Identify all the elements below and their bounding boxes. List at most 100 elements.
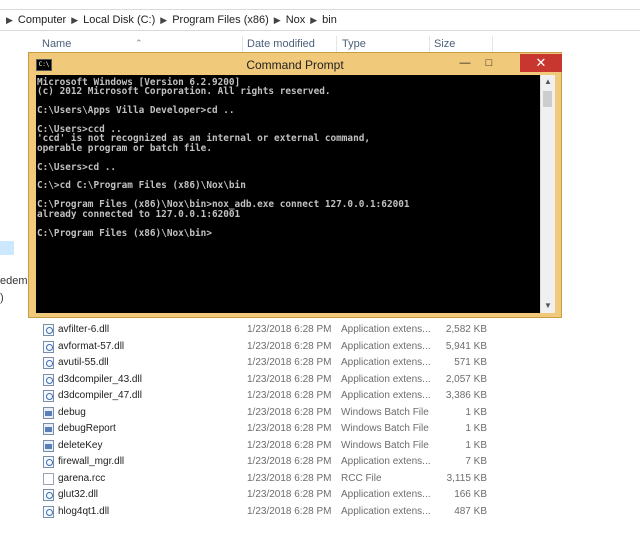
batch-file-icon bbox=[43, 423, 54, 435]
column-size[interactable]: Size bbox=[434, 38, 455, 50]
chevron-right-icon[interactable]: ▶ bbox=[69, 15, 80, 26]
file-size: 5,941 KB bbox=[445, 340, 487, 352]
file-size: 571 KB bbox=[454, 357, 487, 368]
file-size: 487 KB bbox=[454, 505, 487, 517]
file-size: 7 KB bbox=[465, 456, 487, 467]
breadcrumb-nox[interactable]: Nox bbox=[283, 14, 309, 26]
vertical-scrollbar[interactable]: ▲ ▼ bbox=[540, 75, 555, 313]
file-name: garena.rcc bbox=[58, 472, 106, 484]
file-row[interactable]: debug 1/23/2018 6:28 PM Windows Batch File… bbox=[0, 405, 640, 422]
file-type: Application extens... bbox=[341, 489, 431, 500]
file-row[interactable]: deleteKey 1/23/2018 6:28 PM Windows Batch … bbox=[0, 438, 640, 455]
column-type[interactable]: Type bbox=[342, 38, 366, 50]
file-size: 1 KB bbox=[465, 423, 487, 434]
scroll-thumb[interactable] bbox=[543, 91, 552, 107]
column-divider[interactable] bbox=[429, 36, 430, 52]
nav-pane-item[interactable]: ) bbox=[0, 292, 4, 304]
file-size: 2,057 KB bbox=[445, 373, 487, 385]
dll-file-icon bbox=[43, 505, 54, 518]
file-row[interactable]: d3dcompiler_43.dll 1/23/2018 6:28 PM Appli… bbox=[0, 372, 640, 389]
breadcrumb-computer[interactable]: Computer bbox=[15, 14, 69, 26]
dll-file-icon bbox=[43, 324, 54, 336]
file-size: 1 KB bbox=[465, 406, 487, 418]
file-row[interactable]: firewall_mgr.dll 1/23/2018 6:28 PM Applica… bbox=[0, 454, 640, 471]
file-date-modified: 1/23/2018 6:28 PM bbox=[247, 406, 332, 418]
file-type: Application extens... bbox=[341, 373, 431, 385]
file-row[interactable]: avfilter-6.dll 1/23/2018 6:28 PM Applicati… bbox=[0, 322, 640, 339]
file-name: hlog4qt1.dll bbox=[58, 505, 110, 517]
file-type: Windows Batch File bbox=[341, 423, 429, 434]
nav-pane-item[interactable]: edemi bbox=[0, 275, 30, 287]
file-date-modified: 1/23/2018 6:28 PM bbox=[247, 439, 332, 451]
breadcrumb-local-disk[interactable]: Local Disk (C:) bbox=[80, 14, 158, 26]
column-divider[interactable] bbox=[336, 36, 337, 52]
file-row[interactable]: avutil-55.dll 1/23/2018 6:28 PM Applicatio… bbox=[0, 355, 640, 372]
batch-file-icon bbox=[43, 439, 54, 452]
file-name: glut32.dll bbox=[58, 489, 99, 500]
file-size: 1 KB bbox=[465, 439, 487, 451]
file-type: Windows Batch File bbox=[341, 439, 429, 451]
file-type: Application extens... bbox=[341, 324, 431, 335]
scroll-up-icon[interactable]: ▲ bbox=[541, 75, 555, 89]
dll-file-icon bbox=[43, 340, 54, 353]
scroll-down-icon[interactable]: ▼ bbox=[541, 299, 555, 313]
file-date-modified: 1/23/2018 6:28 PM bbox=[247, 340, 332, 352]
breadcrumb-program-files[interactable]: Program Files (x86) bbox=[169, 14, 272, 26]
file-name: avfilter-6.dll bbox=[58, 324, 110, 335]
file-date-modified: 1/23/2018 6:28 PM bbox=[247, 373, 332, 385]
dll-file-icon bbox=[43, 373, 54, 386]
minimize-button[interactable]: — bbox=[454, 54, 476, 72]
file-type: Application extens... bbox=[341, 390, 431, 401]
file-name: firewall_mgr.dll bbox=[58, 456, 125, 467]
close-button[interactable]: ✕ bbox=[520, 54, 562, 72]
command-prompt-window[interactable]: C:\ Command Prompt — □ ✕ Microsoft Windo… bbox=[28, 52, 562, 318]
file-icon bbox=[43, 472, 54, 485]
file-date-modified: 1/23/2018 6:28 PM bbox=[247, 423, 332, 434]
file-date-modified: 1/23/2018 6:28 PM bbox=[247, 472, 332, 484]
file-size: 3,386 KB bbox=[445, 390, 487, 401]
sort-ascending-icon: ⌃ bbox=[135, 38, 143, 48]
file-list: avfilter-6.dll 1/23/2018 6:28 PM Applicati… bbox=[0, 322, 640, 520]
file-date-modified: 1/23/2018 6:28 PM bbox=[247, 324, 332, 335]
dll-file-icon bbox=[43, 489, 54, 501]
file-type: Windows Batch File bbox=[341, 406, 429, 418]
chevron-right-icon[interactable]: ▶ bbox=[272, 15, 283, 26]
file-row[interactable]: hlog4qt1.dll 1/23/2018 6:28 PM Application… bbox=[0, 504, 640, 521]
batch-file-icon bbox=[43, 406, 54, 419]
file-type: Application extens... bbox=[341, 505, 431, 517]
file-date-modified: 1/23/2018 6:28 PM bbox=[247, 456, 332, 467]
breadcrumb-bin[interactable]: bin bbox=[319, 14, 340, 26]
column-name[interactable]: Name bbox=[42, 38, 71, 50]
file-row[interactable]: debugReport 1/23/2018 6:28 PM Windows Batc… bbox=[0, 421, 640, 438]
column-date-modified[interactable]: Date modified bbox=[247, 38, 315, 50]
chevron-right-icon[interactable]: ▶ bbox=[308, 15, 319, 26]
file-name: avutil-55.dll bbox=[58, 357, 109, 368]
dll-file-icon bbox=[43, 390, 54, 402]
address-bar[interactable]: ▶ Computer ▶ Local Disk (C:) ▶ Program F… bbox=[0, 9, 640, 31]
file-size: 2,582 KB bbox=[445, 324, 487, 335]
dll-file-icon bbox=[43, 456, 54, 468]
file-name: avformat-57.dll bbox=[58, 340, 125, 352]
column-header-row: ⌃ Name Date modified Type Size bbox=[0, 36, 640, 52]
file-row[interactable]: d3dcompiler_47.dll 1/23/2018 6:28 PM Appli… bbox=[0, 388, 640, 405]
title-bar[interactable]: C:\ Command Prompt — □ ✕ bbox=[29, 53, 562, 75]
file-type: Application extens... bbox=[341, 357, 431, 368]
file-date-modified: 1/23/2018 6:28 PM bbox=[247, 505, 332, 517]
maximize-button[interactable]: □ bbox=[478, 54, 500, 72]
breadcrumb: ▶ Computer ▶ Local Disk (C:) ▶ Program F… bbox=[4, 14, 340, 26]
file-size: 166 KB bbox=[454, 489, 487, 500]
file-name: deleteKey bbox=[58, 439, 103, 451]
chevron-right-icon[interactable]: ▶ bbox=[158, 15, 169, 26]
column-divider[interactable] bbox=[242, 36, 243, 52]
console-output[interactable]: Microsoft Windows [Version 6.2.9200] (c)… bbox=[36, 75, 540, 313]
nav-pane-selected-item[interactable] bbox=[0, 241, 14, 255]
file-row[interactable]: garena.rcc 1/23/2018 6:28 PM RCC File 3,115… bbox=[0, 471, 640, 488]
column-divider[interactable] bbox=[492, 36, 493, 52]
file-size: 3,115 KB bbox=[446, 472, 487, 484]
console-text: Microsoft Windows [Version 6.2.9200] (c)… bbox=[37, 77, 410, 239]
file-row[interactable]: glut32.dll 1/23/2018 6:28 PM Application e… bbox=[0, 487, 640, 504]
file-type: Application extens... bbox=[341, 456, 431, 467]
file-row[interactable]: avformat-57.dll 1/23/2018 6:28 PM Applicat… bbox=[0, 339, 640, 356]
file-type: Application extens... bbox=[341, 340, 431, 352]
chevron-right-icon[interactable]: ▶ bbox=[4, 15, 15, 26]
